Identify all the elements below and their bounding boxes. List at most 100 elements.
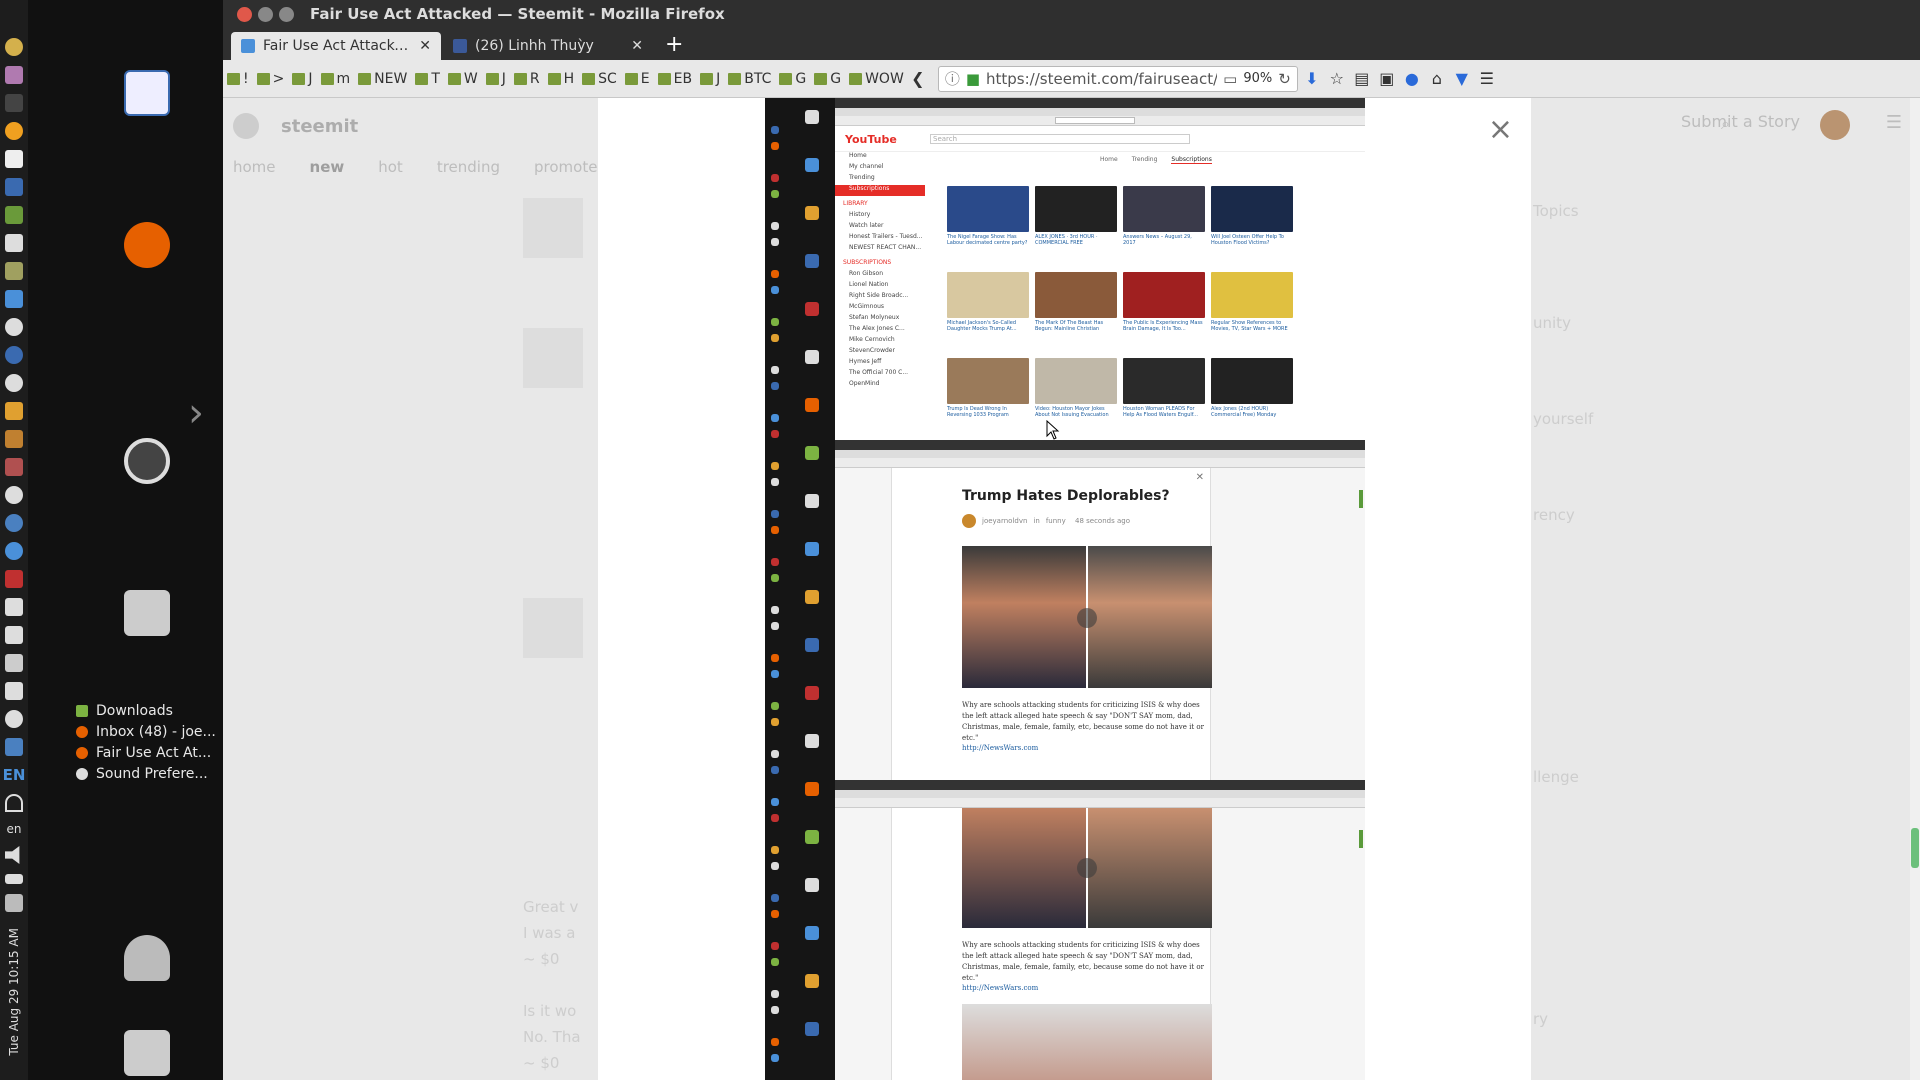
bookmark-item[interactable]: SC: [582, 71, 617, 87]
desktop-file-inbox[interactable]: Inbox (48) - joe...: [76, 721, 216, 742]
battery-icon[interactable]: [5, 874, 23, 884]
bookmark-item[interactable]: WOW: [849, 71, 904, 87]
info-icon[interactable]: ⓘ: [945, 68, 960, 89]
trash-icon[interactable]: [124, 1030, 170, 1076]
window-titlebar[interactable]: Fair Use Act Attacked — Steemit - Mozill…: [223, 0, 1920, 28]
drive-icon[interactable]: [5, 654, 23, 672]
desktop-file-sound[interactable]: Sound Prefere...: [76, 763, 216, 784]
desktop-file-downloads[interactable]: Downloads: [76, 700, 216, 721]
wifi-icon[interactable]: [5, 794, 23, 812]
file-manager-icon[interactable]: [124, 590, 170, 636]
new-tab-button[interactable]: +: [655, 32, 693, 57]
language-indicator[interactable]: en: [7, 822, 22, 836]
close-window-button[interactable]: [237, 6, 252, 22]
bluetooth-icon[interactable]: [5, 894, 23, 912]
spreadsheet-icon[interactable]: [5, 206, 23, 224]
printer-icon[interactable]: [5, 682, 23, 700]
archive-icon[interactable]: [5, 262, 23, 280]
chat-icon[interactable]: [5, 234, 23, 252]
url-bar[interactable]: ⓘ ■ https://steemit.com/fairuseact/@ ▭ 9…: [937, 65, 1298, 92]
youtube-side-item: Watch later: [849, 222, 884, 229]
bookmark-item[interactable]: J: [700, 71, 720, 87]
webcam-icon[interactable]: [5, 486, 23, 504]
terminal-icon[interactable]: [5, 94, 23, 112]
bookmark-item[interactable]: E: [624, 71, 650, 87]
security-icon[interactable]: [5, 710, 23, 728]
bookmark-item[interactable]: G: [814, 71, 841, 87]
bookmark-folder-icon: [849, 72, 863, 85]
zoom-level[interactable]: 90%: [1243, 71, 1272, 86]
bookmark-label: J: [501, 70, 506, 87]
display-icon[interactable]: [5, 598, 23, 616]
youtube-video-thumbnail: The Public Is Experiencing Mass Brain Da…: [1123, 272, 1205, 332]
keyboard-icon[interactable]: [5, 626, 23, 644]
folder-icon[interactable]: [5, 430, 23, 448]
minimize-window-button[interactable]: [258, 6, 273, 22]
close-icon[interactable]: ×: [1488, 112, 1513, 147]
monitor-icon[interactable]: [5, 290, 23, 308]
atom-icon[interactable]: [5, 542, 23, 560]
bookmark-item[interactable]: W: [447, 71, 478, 87]
bookmark-item[interactable]: >: [256, 71, 284, 87]
close-tab-icon[interactable]: ✕: [419, 38, 431, 54]
document-icon[interactable]: [124, 70, 170, 116]
close-tab-icon[interactable]: ✕: [631, 38, 643, 54]
bookmark-item[interactable]: H: [547, 71, 574, 87]
reload-icon[interactable]: ↻: [1278, 70, 1291, 88]
youtube-side-item: Mike Cernovich: [849, 336, 895, 343]
nested-launcher-icon: [771, 558, 779, 566]
scroll-thumb[interactable]: [1911, 828, 1919, 868]
app-launcher-icon[interactable]: [5, 66, 23, 84]
volume-icon[interactable]: [5, 846, 20, 864]
user-avatar-icon[interactable]: [5, 38, 23, 56]
calculator-icon[interactable]: [5, 178, 23, 196]
weather-icon[interactable]: [5, 402, 23, 420]
hamburger-menu-icon[interactable]: ☰: [1476, 68, 1498, 90]
bookmark-item[interactable]: R: [513, 71, 540, 87]
chrome-icon[interactable]: [5, 514, 23, 532]
bookmark-item[interactable]: BTC: [728, 71, 771, 87]
pocket-icon[interactable]: ▼: [1451, 68, 1473, 90]
youtube-tabs: Home Trending Subscriptions: [1100, 156, 1212, 164]
system-icon[interactable]: [5, 318, 23, 336]
facebook-icon: [453, 39, 467, 53]
tab-facebook[interactable]: (26) Linhh Thuỳy ✕: [443, 32, 653, 60]
bitcoin-icon[interactable]: [5, 122, 23, 140]
bookmark-item[interactable]: G: [779, 71, 806, 87]
tab-fair-use[interactable]: Fair Use Act Attacked - ✕: [231, 32, 441, 60]
addon-icon[interactable]: ●: [1401, 68, 1423, 90]
ubuntu-icon[interactable]: [124, 438, 170, 484]
text-editor-icon[interactable]: [5, 150, 23, 168]
window-icon[interactable]: [5, 738, 23, 756]
bookmark-item[interactable]: m: [320, 71, 350, 87]
maximize-window-button[interactable]: [279, 6, 294, 22]
media-icon[interactable]: [5, 346, 23, 364]
download-icon[interactable]: ⬇: [1301, 68, 1323, 90]
firefox-icon[interactable]: [124, 222, 170, 268]
bookmark-item[interactable]: T: [415, 71, 440, 87]
bookmark-item[interactable]: J: [485, 70, 506, 87]
bookmark-item[interactable]: NEW: [358, 71, 407, 87]
bookmark-item[interactable]: EB: [657, 71, 692, 87]
clock[interactable]: Tue Aug 29 10:15 AM: [7, 928, 21, 1056]
user-switch-icon[interactable]: [124, 935, 170, 981]
nested-launcher-icon: [805, 494, 819, 508]
globe-icon[interactable]: [5, 374, 23, 392]
bookmark-item[interactable]: J: [292, 71, 313, 87]
desktop-file-fair-use[interactable]: Fair Use Act At...: [76, 742, 216, 763]
library-icon[interactable]: ▤: [1351, 68, 1373, 90]
page-scrollbar[interactable]: [1910, 98, 1920, 1080]
bookmark-item[interactable]: !: [227, 71, 249, 87]
avatar: [962, 514, 976, 528]
keyboard-layout[interactable]: EN: [3, 766, 26, 784]
home-icon[interactable]: ⌂: [1426, 68, 1448, 90]
nested-launcher-icon: [771, 526, 779, 534]
chevron-right-icon[interactable]: ›: [188, 390, 204, 436]
youtube-addon-icon[interactable]: ▣: [1376, 68, 1398, 90]
url-text[interactable]: https://steemit.com/fairuseact/@: [986, 70, 1217, 88]
reader-view-icon[interactable]: ▭: [1223, 70, 1237, 88]
bookmark-star-icon[interactable]: ☆: [1326, 68, 1348, 90]
back-button[interactable]: ❮: [907, 68, 929, 90]
package-icon[interactable]: [5, 458, 23, 476]
filezilla-icon[interactable]: [5, 570, 23, 588]
